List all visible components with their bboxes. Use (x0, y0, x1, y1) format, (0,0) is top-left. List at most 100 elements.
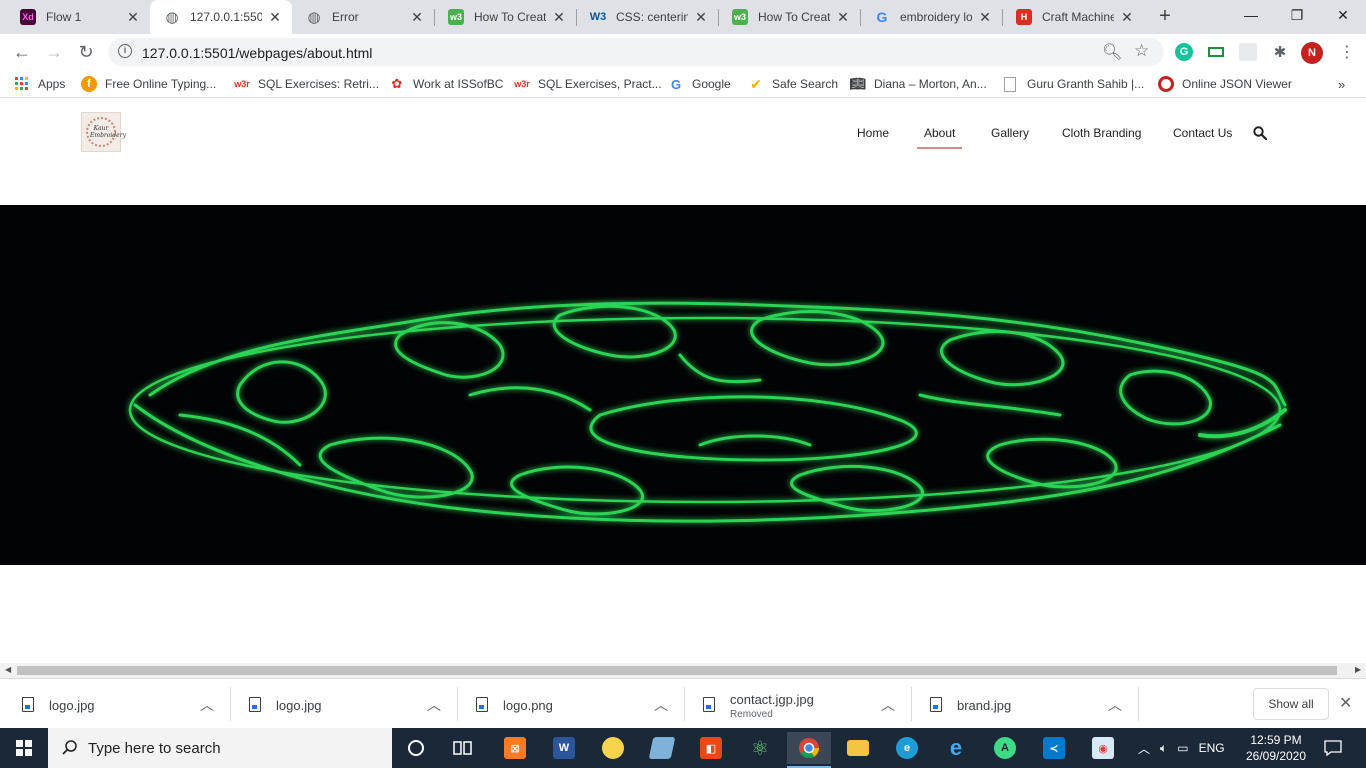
volume-icon[interactable]: 🔈︎ (1160, 741, 1167, 756)
extension-green-icon[interactable] (1207, 43, 1225, 61)
bookmark-work-issofbc[interactable]: ✿ Work at ISSofBC (389, 75, 504, 93)
close-tab-icon[interactable]: ✕ (836, 9, 850, 26)
nav-gallery[interactable]: Gallery (991, 126, 1029, 140)
bookmark-sql-exercises-2[interactable]: w3r SQL Exercises, Pract... (514, 75, 661, 93)
minimize-button[interactable]: — (1228, 0, 1274, 30)
taskbar-app-atom[interactable]: ⚛ (738, 732, 782, 764)
profile-avatar[interactable]: N (1301, 42, 1323, 64)
chevron-up-icon[interactable]: ︿ (1108, 695, 1122, 715)
bookmark-safe-search[interactable]: ✔ Safe Search (748, 75, 838, 93)
chevron-up-icon[interactable]: ︿ (427, 695, 441, 715)
restore-button[interactable]: ❐ (1274, 0, 1320, 30)
new-tab-button[interactable]: + (1154, 5, 1176, 27)
close-tab-icon[interactable]: ✕ (126, 9, 140, 26)
close-tab-icon[interactable]: ✕ (410, 9, 424, 26)
bookmark-sql-exercises-1[interactable]: w3r SQL Exercises: Retri... (234, 75, 379, 93)
start-button[interactable] (0, 728, 48, 768)
close-tab-icon[interactable]: ✕ (978, 9, 992, 26)
taskbar-app-file-explorer[interactable] (836, 732, 880, 764)
address-bar[interactable]: i 127.0.0.1:5501/webpages/about.html 🔍︎ … (108, 38, 1164, 66)
close-window-button[interactable]: ✕ (1320, 0, 1366, 30)
android-studio-icon: A (994, 737, 1016, 759)
taskbar-clock[interactable]: 12:59 PM 26/09/2020 (1240, 732, 1312, 764)
taskbar-app-xampp[interactable]: ⊠ (493, 732, 537, 764)
zoom-icon[interactable]: 🔍︎ (1102, 42, 1122, 62)
chevron-up-icon[interactable]: ︿ (654, 695, 668, 715)
taskbar-app-android-studio[interactable]: A (983, 732, 1027, 764)
bookmark-typing[interactable]: f Free Online Typing... (81, 75, 216, 93)
download-item[interactable]: logo.jpg ︿ (0, 679, 226, 729)
download-item[interactable]: logo.jpg ︿ (227, 679, 453, 729)
cortana-button[interactable] (394, 732, 438, 764)
grammarly-icon[interactable]: G (1175, 43, 1193, 61)
maple-leaf-icon: ✿ (391, 76, 403, 91)
taskbar-app-chrome[interactable] (787, 732, 831, 768)
tab-how-to-create-2[interactable]: w3 How To Create ✕ (718, 0, 860, 34)
close-shelf-icon[interactable]: ✕ (1339, 693, 1352, 713)
site-info-icon[interactable]: i (118, 44, 132, 58)
tab-craft-machine[interactable]: H Craft Machine ✕ (1002, 0, 1144, 34)
taskbar-app-internet-explorer[interactable]: e (934, 732, 978, 764)
language-indicator[interactable]: ENG (1199, 741, 1225, 755)
reload-button[interactable]: ↻ (72, 38, 100, 66)
show-hidden-icons-icon[interactable]: ︿ (1138, 740, 1150, 757)
tab-about-page[interactable]: ◍ 127.0.0.1:5501/ ✕ (150, 0, 292, 34)
tab-strip: Xd Flow 1 ✕ ◍ 127.0.0.1:5501/ ✕ ◍ Error … (0, 0, 1366, 34)
tab-embroidery-search[interactable]: G embroidery lo ✕ (860, 0, 1002, 34)
w3schools-icon: w3 (448, 9, 464, 25)
taskbar-app-edge[interactable]: e (885, 732, 929, 764)
tab-css-centering[interactable]: W3 CSS: centering ✕ (576, 0, 718, 34)
bookmark-guru-granth-sahib[interactable]: Guru Granth Sahib |... (1004, 75, 1144, 93)
show-all-button[interactable]: Show all (1253, 688, 1329, 720)
chrome-menu-icon[interactable]: ⋮ (1333, 38, 1361, 66)
bookmark-star-icon[interactable]: ☆ (1134, 41, 1149, 61)
close-tab-icon[interactable]: ✕ (1120, 9, 1134, 26)
bookmark-online-json-viewer[interactable]: Online JSON Viewer (1158, 75, 1292, 93)
more-bookmarks-icon[interactable]: » (1338, 75, 1345, 93)
search-icon[interactable] (1253, 126, 1267, 140)
chevron-up-icon[interactable]: ︿ (200, 695, 214, 715)
nav-cloth-branding[interactable]: Cloth Branding (1062, 126, 1141, 140)
scroll-left-icon[interactable]: ◀ (5, 665, 11, 674)
nav-home[interactable]: Home (857, 126, 889, 140)
taskbar-app-word[interactable]: W (542, 732, 586, 764)
bookmark-google[interactable]: G Google (668, 75, 731, 93)
extensions-puzzle-icon[interactable]: ✱ (1271, 43, 1289, 61)
chevron-up-icon[interactable]: ︿ (881, 695, 895, 715)
back-button[interactable]: ← (8, 38, 36, 66)
taskbar-app-sticky-notes[interactable] (591, 732, 635, 764)
taskbar-app-paint[interactable]: ◉ (1081, 732, 1125, 764)
extension-grey-icon[interactable] (1239, 43, 1257, 61)
bookmark-apps[interactable]: Apps (14, 75, 65, 93)
close-tab-icon[interactable]: ✕ (552, 9, 566, 26)
nav-contact-us[interactable]: Contact Us (1173, 126, 1232, 140)
scroll-right-icon[interactable]: ▶ (1355, 665, 1361, 674)
search-placeholder: Type here to search (88, 739, 221, 757)
scrollbar-thumb[interactable] (17, 666, 1337, 675)
download-item[interactable]: logo.png ︿ (454, 679, 680, 729)
tab-how-to-create-1[interactable]: w3 How To Create ✕ (434, 0, 576, 34)
horizontal-scrollbar[interactable]: ◀ ▶ (0, 663, 1366, 678)
download-item[interactable]: contact.jgp.jpg Removed ︿ (681, 679, 907, 729)
download-filename: logo.jpg (276, 698, 322, 713)
task-view-button[interactable] (441, 732, 485, 764)
taskbar-app-vscode[interactable]: ≺ (1032, 732, 1076, 764)
forward-button[interactable]: → (40, 38, 68, 66)
tab-error[interactable]: ◍ Error ✕ (292, 0, 434, 34)
download-filename: logo.png (503, 698, 553, 713)
notification-center-icon[interactable] (1324, 728, 1342, 768)
site-logo[interactable]: Kaur Embroidery (81, 112, 126, 152)
taskbar-app-notepad[interactable] (640, 732, 684, 764)
bookmark-diana-morton[interactable]: 📖︎ Diana – Morton, An... (850, 75, 987, 93)
w3resource-icon: w3r (234, 79, 250, 89)
tab-flow-1[interactable]: Xd Flow 1 ✕ (6, 0, 150, 34)
close-tab-icon[interactable]: ✕ (268, 9, 282, 26)
taskbar-app-office[interactable]: ◧ (689, 732, 733, 764)
battery-icon[interactable]: ▭ (1177, 741, 1188, 755)
download-item[interactable]: brand.jpg ︿ (908, 679, 1134, 729)
nav-about[interactable]: About (916, 126, 963, 149)
taskbar-search-box[interactable]: Type here to search (48, 728, 392, 768)
close-tab-icon[interactable]: ✕ (694, 9, 708, 26)
url-text: 127.0.0.1:5501/webpages/about.html (142, 45, 373, 61)
search-icon (62, 740, 77, 755)
